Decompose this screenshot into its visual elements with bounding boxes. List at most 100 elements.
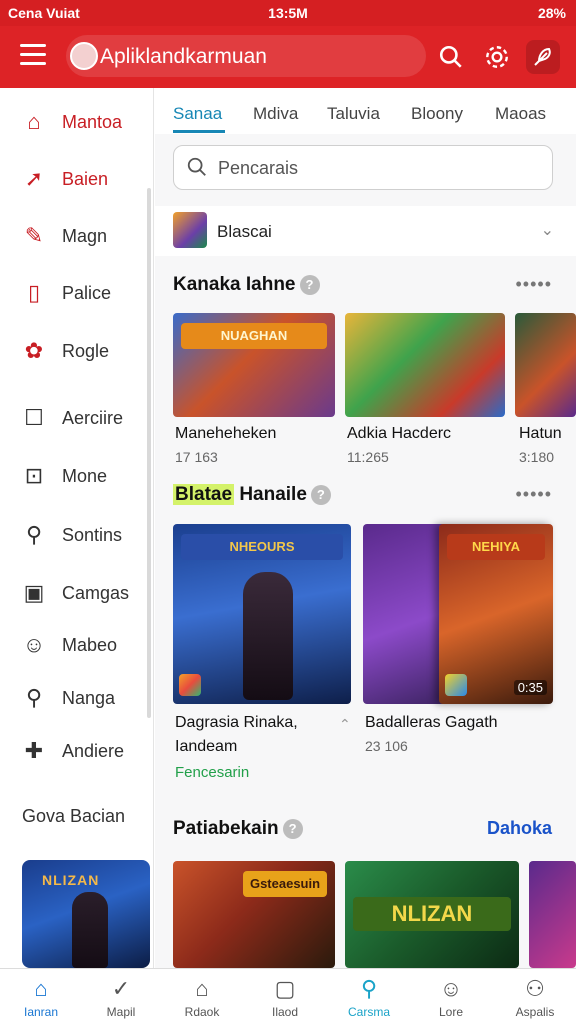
game-cover — [529, 861, 576, 968]
help-icon[interactable]: ? — [299, 274, 320, 295]
tab-maoas[interactable]: Maoas — [495, 104, 546, 124]
sidebar-item-label: Palice — [62, 283, 112, 303]
game-card[interactable]: NUAGHAN Maneheheken 17 163 — [173, 313, 339, 465]
cover-title: NUAGHAN — [181, 323, 327, 349]
nav-mapil[interactable]: ✓ Mapil — [80, 969, 162, 1025]
game-title: Badalleras Gagath — [365, 714, 498, 731]
nav-lore[interactable]: ☺ Lore — [410, 969, 492, 1025]
game-stats: 3:180 — [519, 449, 555, 465]
sidebar-item-andiere[interactable]: ✚ Andiere — [0, 727, 153, 775]
sidebar-game-thumbnail[interactable]: NLIZAN — [22, 860, 150, 968]
sidebar-item-mone[interactable]: ⊡ Mone — [0, 452, 153, 500]
sidebar-item-baien[interactable]: ➚ Baien — [0, 155, 153, 203]
menu-icon[interactable] — [20, 44, 46, 66]
thumbnail-title: NLIZAN — [42, 872, 100, 888]
feather-icon[interactable] — [526, 40, 560, 74]
sidebar-item-sontins[interactable]: ⚲ Sontins — [0, 511, 153, 559]
sidebar-item-aerciire[interactable]: ☐ Aerciire — [0, 394, 153, 442]
game-card[interactable]: NEHIYA 0:35 Badalleras Gagath 23 106 — [363, 524, 559, 784]
game-card[interactable]: Hatun 3:180 — [515, 313, 576, 465]
help-icon[interactable]: ? — [310, 484, 331, 505]
nav-ilaod[interactable]: ▢ Ilaod — [244, 969, 326, 1025]
home-icon: ⌂ — [34, 976, 48, 1001]
more-options-icon[interactable]: ••••• — [515, 274, 552, 295]
nav-label: Rdaok — [184, 1005, 220, 1019]
section-title: Kanaka Iahne? — [173, 274, 320, 296]
sidebar-item-label: Sontins — [62, 525, 123, 545]
character-figure — [243, 572, 293, 700]
sidebar-item-label: Mantoa — [62, 112, 123, 132]
game-stats: 23 106 — [365, 738, 408, 754]
sidebar-item-label: Rogle — [62, 341, 110, 361]
game-card[interactable] — [529, 861, 576, 968]
cover-title: NHEOURS — [181, 534, 343, 560]
game-title: Adkia Hacderc — [347, 425, 452, 442]
filter-thumbnail — [173, 212, 207, 248]
game-stats: 17 163 — [175, 449, 218, 465]
sidebar-item-nanga[interactable]: ⚲ Nanga — [0, 674, 153, 722]
tab-bar: Sanaa Mdiva Taluvia Bloony Maoas — [155, 88, 576, 134]
settings-icon[interactable] — [480, 40, 514, 74]
sidebar-item-rogle[interactable]: ✿ Rogle — [0, 327, 153, 375]
tab-bloony[interactable]: Bloony — [411, 104, 463, 124]
arrow-icon: ➚ — [24, 166, 44, 191]
nav-label: Carsma — [347, 1005, 390, 1019]
sidebar-item-camgas[interactable]: ▣ Camgas — [0, 569, 153, 617]
game-card[interactable]: Adkia Hacderc 11:265 — [345, 313, 511, 465]
active-tab-indicator — [173, 130, 225, 133]
sidebar-item-label: Aerciire — [62, 408, 124, 428]
tab-sanaa[interactable]: Sanaa — [173, 104, 222, 124]
lock-icon: ⌃ — [339, 716, 351, 732]
cover-title: NEHIYA — [447, 534, 545, 560]
character-figure — [72, 892, 108, 968]
nav-label: Ilaod — [271, 1005, 299, 1019]
section-title-text: Kanaka Iahne — [173, 274, 296, 295]
search-box[interactable] — [173, 145, 553, 190]
sidebar-item-label: Mabeo — [62, 635, 118, 655]
box-icon: ⊡ — [24, 463, 44, 488]
frame-icon: ▣ — [23, 580, 45, 605]
sidebar-item-mabeo[interactable]: ☺ Mabeo — [0, 621, 153, 669]
see-all-link[interactable]: Dahoka — [487, 818, 552, 839]
nav-label: Mapil — [106, 1005, 136, 1019]
tab-mdiva[interactable]: Mdiva — [253, 104, 298, 124]
bottom-navigation: ⌂ Ianran ✓ Mapil ⌂ Rdaok ▢ Ilaod ⚲ Carsm… — [0, 968, 576, 1024]
game-card[interactable]: NHEOURS Dagrasia Rinaka, Iandeam Fencesa… — [173, 524, 355, 784]
more-options-icon[interactable]: ••••• — [515, 484, 552, 505]
sidebar-scrollbar[interactable] — [147, 188, 151, 718]
game-cover — [515, 313, 576, 417]
game-card[interactable]: NLIZAN — [345, 861, 519, 968]
sidebar-item-label: Nanga — [62, 688, 116, 708]
location-icon: ⚲ — [360, 976, 378, 1001]
sidebar-item-mantoa[interactable]: ⌂ Mantoa — [0, 98, 153, 146]
search-icon[interactable] — [434, 40, 468, 74]
sidebar-item-palice[interactable]: ▯ Palice — [0, 269, 153, 317]
nav-rdaok[interactable]: ⌂ Rdaok — [161, 969, 243, 1025]
sidebar-item-label: Andiere — [62, 741, 125, 761]
sidebar-item-magn[interactable]: ✎ Magn — [0, 212, 153, 260]
nav-ianran[interactable]: ⌂ Ianran — [0, 969, 82, 1025]
game-card[interactable]: Gsteaesuin — [173, 861, 335, 968]
game-cover-front: NEHIYA 0:35 — [439, 524, 553, 704]
people-icon: ☺ — [22, 632, 46, 657]
user-icon: ☺ — [439, 976, 463, 1001]
category-filter[interactable]: Blascai ⌄ — [155, 206, 576, 256]
sidebar-item-label: Camgas — [62, 583, 130, 603]
game-title: Hatun — [519, 425, 562, 442]
cover-title: NLIZAN — [353, 897, 511, 931]
search-input[interactable] — [218, 154, 538, 182]
help-icon[interactable]: ? — [282, 818, 303, 839]
chat-user-icon: ⚇ — [525, 976, 545, 1001]
chevron-down-icon: ⌄ — [540, 222, 554, 239]
search-icon — [186, 156, 210, 180]
nav-aspalis[interactable]: ⚇ Aspalis — [494, 969, 576, 1025]
main-content: Sanaa Mdiva Taluvia Bloony Maoas Blascai… — [155, 88, 576, 968]
app-badge-icon — [179, 674, 201, 696]
tab-taluvia[interactable]: Taluvia — [327, 104, 380, 124]
sidebar-item-label: Baien — [62, 169, 109, 189]
game-title: Maneheheken — [175, 425, 277, 442]
nav-label: Ianran — [23, 1005, 59, 1019]
nav-label: Aspalis — [515, 1005, 555, 1019]
tag-icon: ⚲ — [25, 522, 43, 547]
nav-carsma[interactable]: ⚲ Carsma — [328, 969, 410, 1025]
